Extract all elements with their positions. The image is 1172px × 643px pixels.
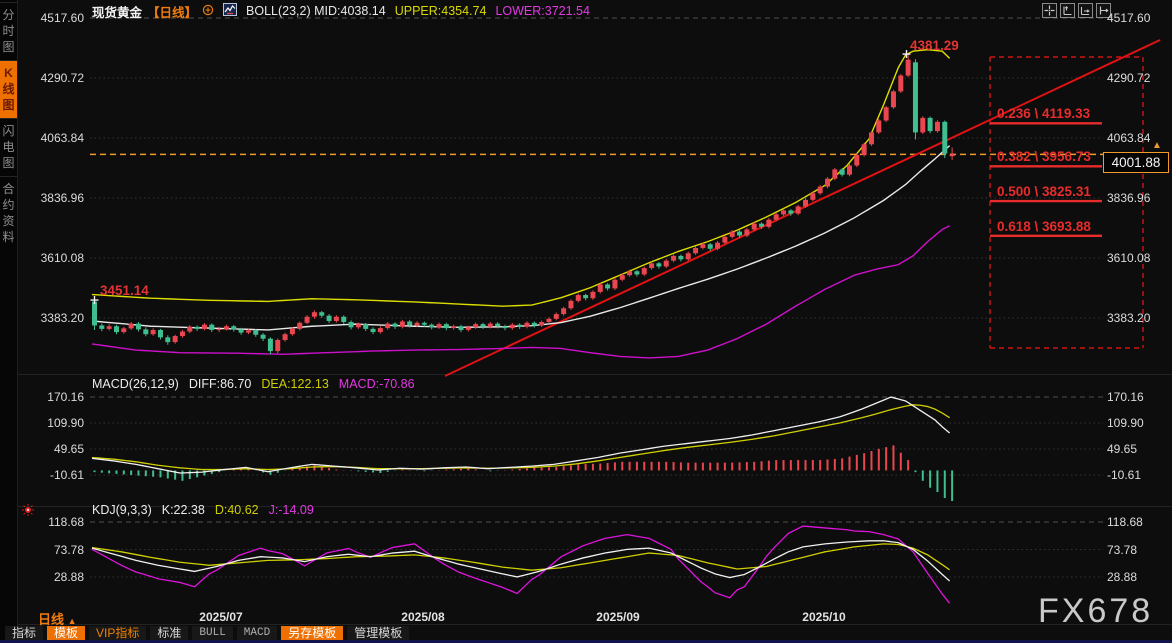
fx678-watermark: FX678 bbox=[1038, 592, 1153, 631]
macd-axis-label-right: 170.16 bbox=[1107, 390, 1144, 404]
macd-axis-label-right: 49.65 bbox=[1107, 442, 1137, 456]
price-axis-label-left: 3836.96 bbox=[32, 191, 84, 205]
price-axis-label-left: 3610.08 bbox=[32, 251, 84, 265]
price-axis-label-right: 4290.72 bbox=[1107, 71, 1150, 85]
low-anchor-price-label[interactable]: 3451.14 bbox=[100, 283, 149, 298]
bottom-tab-3[interactable]: VIP指标 bbox=[89, 626, 146, 641]
chart-toolbar bbox=[1042, 3, 1111, 18]
kdj-header: KDJ(9,3,3) K:22.38 D:40.62 J:-14.09 bbox=[92, 503, 314, 517]
price-axis-label-right: 3610.08 bbox=[1107, 251, 1150, 265]
sidebar-tab-2[interactable]: K线图 bbox=[0, 60, 17, 119]
macd-axis-label-left: -10.61 bbox=[32, 468, 84, 482]
macd-axis-label-left: 109.90 bbox=[32, 416, 84, 430]
bottom-tab-7[interactable]: 另存模板 bbox=[281, 626, 343, 641]
bottom-tab-8[interactable]: 管理模板 bbox=[347, 626, 409, 641]
fib-level-label[interactable]: 0.236 \ 4119.33 bbox=[997, 106, 1090, 121]
price-axis-label-right: 4063.84 bbox=[1107, 131, 1150, 145]
boll-upper-value: UPPER:4354.74 bbox=[395, 4, 487, 18]
period-selector-label: 日线 bbox=[38, 612, 64, 627]
info-circle-icon[interactable] bbox=[202, 4, 214, 19]
kdj-title: KDJ(9,3,3) bbox=[92, 503, 152, 517]
macd-axis-label-right: 109.90 bbox=[1107, 416, 1144, 430]
indicator-tabbar: 指标模板 VIP指标标准 BULL MACD 另存模板管理模板 bbox=[5, 626, 409, 641]
sidebar-tab-1[interactable]: 分时图 bbox=[0, 2, 17, 61]
kdj-axis-label-left: 118.68 bbox=[32, 515, 84, 529]
bottom-tab-5[interactable]: BULL bbox=[192, 626, 232, 641]
chart-header: 现货黄金 【日线】 BOLL(23,2) MID:4038.14 UPPER:4… bbox=[92, 3, 590, 19]
last-price-tag: 4001.88 bbox=[1103, 152, 1169, 173]
fib-level-label[interactable]: 0.500 \ 3825.31 bbox=[997, 184, 1091, 199]
zoom-vertical-tool-icon[interactable] bbox=[1060, 3, 1075, 18]
kdj-j-value: J:-14.09 bbox=[269, 503, 314, 517]
macd-diff-value: DIFF:86.70 bbox=[189, 377, 252, 391]
period-label[interactable]: 【日线】 bbox=[147, 2, 197, 21]
peak-price-label[interactable]: 4381.29 bbox=[910, 38, 959, 53]
macd-dea-value: DEA:122.13 bbox=[261, 377, 328, 391]
price-axis-label-right: 3836.96 bbox=[1107, 191, 1150, 205]
macd-axis-label-left: 170.16 bbox=[32, 390, 84, 404]
price-axis-label-right: 4517.60 bbox=[1107, 11, 1150, 25]
date-axis-label: 2025/10 bbox=[802, 610, 845, 624]
sidebar-tab-4[interactable]: 合约资料 bbox=[0, 176, 17, 251]
price-axis-label-left: 4290.72 bbox=[32, 71, 84, 85]
crosshair-tool-icon[interactable] bbox=[1042, 3, 1057, 18]
bottom-tab-2[interactable]: 模板 bbox=[47, 626, 85, 641]
left-sidebar: 分时图K线图闪电图合约资料 bbox=[0, 0, 18, 643]
bottom-tab-1[interactable]: 指标 bbox=[5, 626, 43, 641]
date-axis-label: 2025/07 bbox=[199, 610, 242, 624]
price-axis-label-left: 4517.60 bbox=[32, 11, 84, 25]
macd-header: MACD(26,12,9) DIFF:86.70 DEA:122.13 MACD… bbox=[92, 377, 415, 391]
date-axis-label: 2025/08 bbox=[401, 610, 444, 624]
price-up-arrow-icon: ▲ bbox=[1152, 140, 1162, 151]
kdj-axis-label-right: 118.68 bbox=[1107, 515, 1143, 529]
price-axis-label-right: 3383.20 bbox=[1107, 311, 1150, 325]
kdj-axis-label-right: 28.88 bbox=[1107, 570, 1137, 584]
macd-axis-label-left: 49.65 bbox=[32, 442, 84, 456]
symbol-name: 现货黄金 bbox=[92, 2, 142, 21]
kdj-axis-label-left: 28.88 bbox=[32, 570, 84, 584]
price-axis-label-left: 3383.20 bbox=[32, 311, 84, 325]
macd-title: MACD(26,12,9) bbox=[92, 377, 179, 391]
date-axis-label: 2025/09 bbox=[596, 610, 639, 624]
boll-lower-value: LOWER:3721.54 bbox=[495, 4, 590, 18]
price-axis-label-left: 4063.84 bbox=[32, 131, 84, 145]
bottom-tab-4[interactable]: 标准 bbox=[150, 626, 188, 641]
zoom-horizontal-tool-icon[interactable] bbox=[1078, 3, 1093, 18]
sidebar-tab-3[interactable]: 闪电图 bbox=[0, 118, 17, 177]
kdj-axis-label-left: 73.78 bbox=[32, 543, 84, 557]
macd-bar-value: MACD:-70.86 bbox=[339, 377, 415, 391]
kdj-d-value: D:40.62 bbox=[215, 503, 259, 517]
fib-level-label[interactable]: 0.618 \ 3693.88 bbox=[997, 219, 1091, 234]
period-selector-arrow-icon: ▲ bbox=[68, 616, 77, 626]
kdj-k-value: K:22.38 bbox=[162, 503, 205, 517]
macd-axis-label-right: -10.61 bbox=[1107, 468, 1141, 482]
boll-mid-value: BOLL(23,2) MID:4038.14 bbox=[246, 4, 386, 18]
mini-chart-icon[interactable] bbox=[223, 3, 237, 19]
kdj-axis-label-right: 73.78 bbox=[1107, 543, 1137, 557]
bottom-tab-6[interactable]: MACD bbox=[237, 626, 277, 641]
fib-level-label[interactable]: 0.382 \ 3956.73 bbox=[997, 149, 1091, 164]
